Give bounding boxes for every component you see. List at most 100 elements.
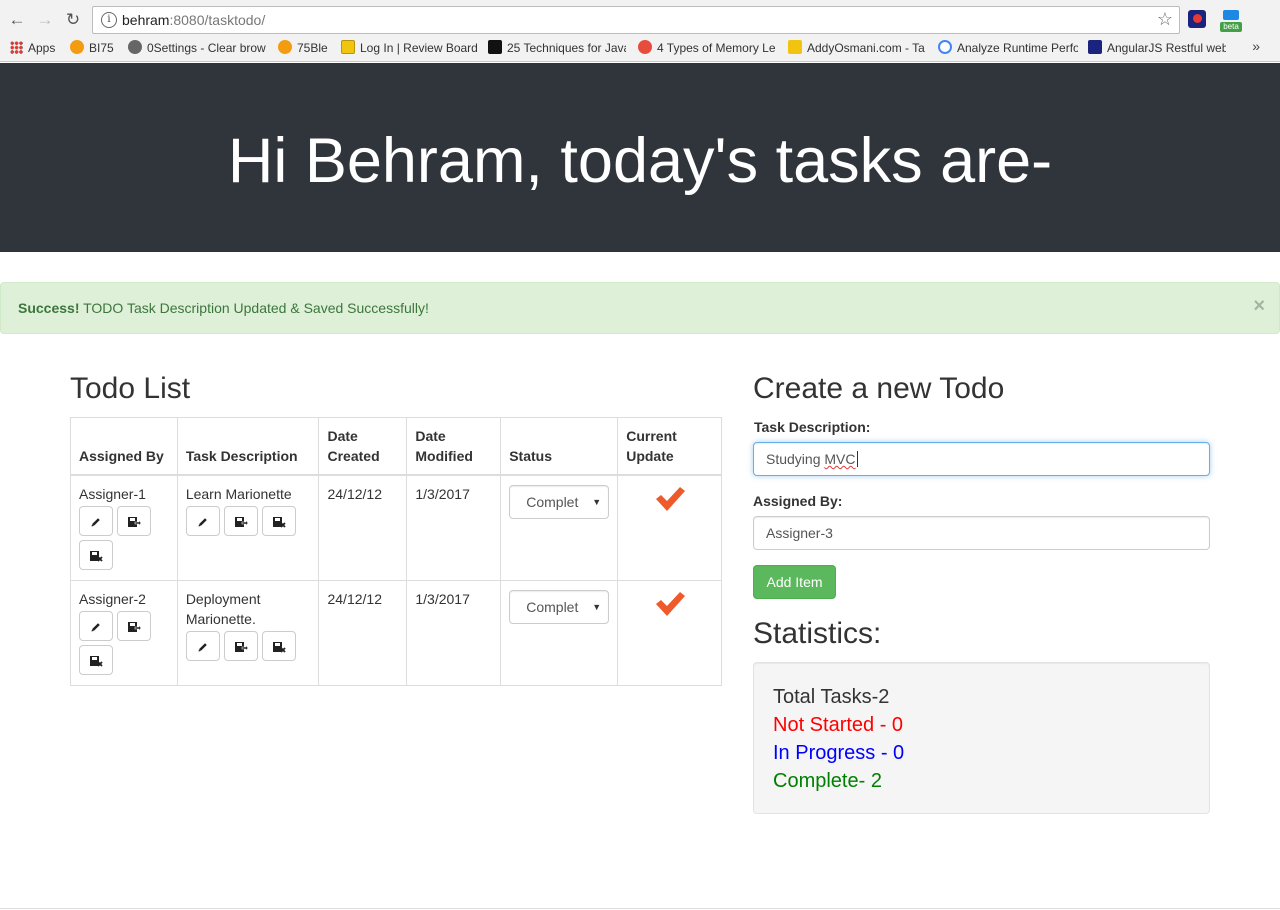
browser-toolbar: ← → ↻ i behram:8080/tasktodo/ ☆ beta App… [0,0,1280,62]
forward-arrow-icon[interactable]: → [34,9,56,31]
assigned-by-input[interactable]: Assigner-3 [753,516,1210,550]
save-assigner-button[interactable] [117,506,151,536]
todo-list-title: Todo List [70,372,191,405]
info-icon[interactable]: i [101,12,117,28]
column-header: Date Modified [406,417,502,476]
statistics-title: Statistics: [753,617,882,650]
bookmark-label: BI75 [89,41,114,55]
alert-strong: Success! [18,300,80,316]
save-task-button[interactable] [223,631,258,661]
apps-grid-icon [10,41,23,54]
pencil-icon [198,518,207,527]
bookmark-apps[interactable]: Apps [10,38,65,58]
pencil-icon [198,643,207,652]
edit-assigner-button[interactable] [79,506,113,536]
bookmark-bi75[interactable]: BI75 [70,38,120,58]
bookmark-angularjs[interactable]: AngularJS Restful web [1088,38,1226,58]
edit-task-button[interactable] [185,506,220,536]
bookmark-label: 4 Types of Memory Le [657,41,776,55]
assigned-by-text: Assigner-2 [79,591,146,607]
bookmark-label: Apps [28,41,56,55]
bookmark-label: AddyOsmani.com - Ta [807,41,925,55]
edit-task-button[interactable] [185,631,220,661]
d-icon [488,40,502,54]
bookmark-75ble[interactable]: 75Ble [278,38,333,58]
cancel-assigner-button[interactable] [79,540,113,570]
bookmark-label: 25 Techniques for Java [507,41,626,55]
code-icon [938,40,952,54]
current-update-cell [617,474,722,581]
status-select[interactable]: Complet ▼ [509,485,610,519]
pencil-icon [91,518,100,527]
url-text: behram:8080/tasktodo/ [122,12,265,28]
success-alert: Success! TODO Task Description Updated &… [0,282,1280,334]
checkmark-icon [655,487,685,511]
bookmark-java-techniques[interactable]: 25 Techniques for Java [488,38,626,58]
bookmarks-bar: Apps BI75 0Settings - Clear brow 75Ble L… [0,38,1280,58]
close-icon[interactable]: × [1253,295,1265,318]
address-bar[interactable]: i behram:8080/tasktodo/ ☆ [92,6,1180,34]
not-started-count: Not Started - 0 [773,714,904,736]
save-assigner-button[interactable] [117,611,151,641]
column-header: Current Update [617,417,722,476]
status-cell: Complet ▼ [500,580,619,686]
reload-icon[interactable]: ↻ [62,9,84,31]
text-caret [856,451,858,467]
am-icon [1088,40,1102,54]
bookmarks-overflow-icon[interactable]: » [1252,38,1260,54]
bookmark-settings[interactable]: 0Settings - Clear brow [128,38,266,58]
save-redo-icon [128,622,142,633]
bookmark-label: Log In | Review Board [360,41,478,55]
bookmark-runtime-perf[interactable]: Analyze Runtime Perfo [938,38,1078,58]
assigned-by-label: Assigned By: [753,493,843,509]
task-description-cell: Learn Marionette [176,474,320,581]
table-header-row: Assigned By Task Description Date Create… [70,417,722,476]
add-item-button[interactable]: Add Item [753,565,836,599]
save-cancel-icon [90,551,103,562]
sun-icon [278,40,292,54]
save-redo-icon [128,517,142,528]
extension-icon[interactable] [1188,10,1206,28]
table-row: Assigner-2 Deployment Marionette. 24/12/… [70,580,722,686]
checkmark-icon [655,592,685,616]
bookmark-addyosmani[interactable]: AddyOsmani.com - Ta [788,38,926,58]
task-description-input[interactable]: Studying MVC [753,442,1210,476]
bookmark-memory-leaks[interactable]: 4 Types of Memory Le [638,38,776,58]
bookmark-label: 0Settings - Clear brow [147,41,266,55]
back-arrow-icon[interactable]: ← [6,9,28,31]
bookmark-label: Analyze Runtime Perfo [957,41,1078,55]
column-header: Task Description [176,417,320,476]
dropdown-arrow-icon: ▼ [592,497,602,507]
cancel-task-button[interactable] [261,631,296,661]
task-description-text: Learn Marionette [185,486,292,502]
url-path: :8080/tasktodo/ [169,12,266,28]
header-banner: Hi Behram, today's tasks are- [0,63,1280,252]
save-redo-icon [234,517,249,528]
table-row: Assigner-1 Learn Marionette 24/12/12 1/3… [70,474,722,581]
bookmark-label: AngularJS Restful web [1107,41,1226,55]
edit-assigner-button[interactable] [79,611,113,641]
date-modified-cell: 1/3/2017 [406,580,502,686]
in-progress-count: In Progress - 0 [773,742,905,764]
status-cell: Complet ▼ [500,474,619,581]
task-description-cell: Deployment Marionette. [176,580,320,686]
status-select[interactable]: Complet ▼ [509,590,610,624]
cancel-assigner-button[interactable] [79,645,113,675]
alert-text: Success! TODO Task Description Updated &… [18,300,429,316]
date-created-cell: 24/12/12 [318,580,408,686]
cancel-task-button[interactable] [261,506,296,536]
beta-extension-icon[interactable]: beta [1220,8,1242,32]
input-text: Studying [766,451,825,467]
column-header: Assigned By [70,417,178,476]
star-badge-icon [638,40,652,54]
bookmark-star-icon[interactable]: ☆ [1157,9,1173,30]
save-cancel-icon [272,642,286,653]
save-cancel-icon [90,656,103,667]
complete-count: Complete- 2 [773,770,882,792]
bookmark-label: 75Ble [297,41,328,55]
bookmark-review-board[interactable]: Log In | Review Board [341,38,481,58]
dropdown-arrow-icon: ▼ [592,602,602,612]
assigned-by-text: Assigner-1 [79,486,146,502]
save-task-button[interactable] [223,506,258,536]
assigned-by-cell: Assigner-2 [70,580,178,686]
